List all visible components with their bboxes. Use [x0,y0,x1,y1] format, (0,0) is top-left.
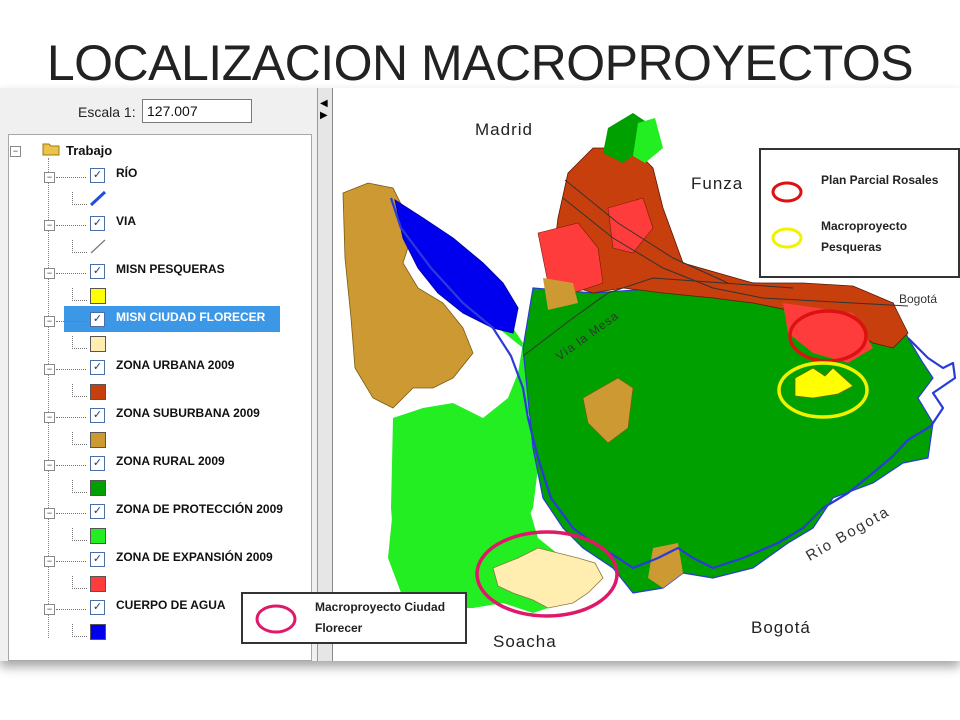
legend-label-ciudad-florecer: Macroproyecto Ciudad Florecer [315,600,446,635]
swatch-pale-yellow [90,336,106,352]
place-label-madrid: Madrid [475,120,533,139]
panel-splitter[interactable] [318,88,333,661]
slide-title: LOCALIZACION MACROPROYECTOS [46,35,914,91]
checkbox-icon[interactable]: ✓ [90,504,105,519]
legend-ring-yellow-icon [771,227,803,249]
layer-label: CUERPO DE AGUA [116,598,226,612]
collapse-toggle-icon[interactable]: − [44,604,55,615]
tree-root-label: Trabajo [66,143,113,158]
collapse-toggle-icon[interactable]: − [44,556,55,567]
layer-label: ZONA DE PROTECCIÓN 2009 [116,502,283,516]
checkbox-icon[interactable]: ✓ [90,600,105,615]
layer-row-zona-suburbana[interactable]: − ✓ ZONA SUBURBANA 2009 [0,406,300,434]
checkbox-icon[interactable]: ✓ [90,168,105,183]
scale-label: Escala 1: [78,104,136,120]
collapse-toggle-icon[interactable]: − [44,220,55,231]
layer-symbol-zona-rural [0,480,300,504]
swatch-red [90,576,106,592]
layer-row-via[interactable]: − ✓ VIA [0,214,300,242]
place-label-funza: Funza [691,174,744,193]
layer-symbol-zona-urbana [0,384,300,408]
collapse-toggle-icon[interactable]: − [44,316,55,327]
layer-row-zona-expansion[interactable]: − ✓ ZONA DE EXPANSIÓN 2009 [0,550,300,578]
river-line-symbol-icon [89,190,107,207]
place-label-soacha: Soacha [493,632,557,651]
legend-label-rosales: Plan Parcial Rosales [821,173,939,187]
collapse-toggle-icon[interactable]: − [44,508,55,519]
layer-symbol-rio [0,190,300,216]
checkbox-icon[interactable]: ✓ [90,408,105,423]
map-view[interactable]: Madrid Funza Bogotá Soacha Bogotá Vía la… [241,88,960,661]
place-label-bogota-north: Bogotá [899,292,938,306]
checkbox-icon[interactable]: ✓ [90,360,105,375]
layer-symbol-zona-proteccion [0,528,300,552]
swatch-light-green [90,528,106,544]
road-line-symbol-icon [90,239,106,254]
collapse-toggle-icon[interactable]: − [44,364,55,375]
checkbox-icon[interactable]: ✓ [90,264,105,279]
layer-symbol-zona-suburbana [0,432,300,456]
collapse-toggle-icon[interactable]: − [44,460,55,471]
layer-label: MISN CIUDAD FLORECER [116,310,266,324]
checkbox-icon[interactable]: ✓ [90,312,105,327]
gis-screenshot: Escala 1: 127.007 − Trabajo − ✓ RÍO − ✓ … [0,88,960,661]
checkbox-icon[interactable]: ✓ [90,552,105,567]
layer-label: ZONA URBANA 2009 [116,358,235,372]
layer-row-zona-urbana[interactable]: − ✓ ZONA URBANA 2009 [0,358,300,386]
collapse-panel-icon[interactable]: ◀ ▶ [320,98,330,122]
collapse-toggle-icon[interactable]: − [10,146,21,157]
swatch-green [90,480,106,496]
legend-ring-red-icon [771,181,803,203]
layer-label: ZONA SUBURBANA 2009 [116,406,260,420]
layer-symbol-misn-ciudad-florecer [0,336,300,360]
layer-label: ZONA DE EXPANSIÓN 2009 [116,550,273,564]
swatch-dark-red [90,384,106,400]
collapse-toggle-icon[interactable]: − [44,172,55,183]
zona-suburbana-south [648,543,683,588]
layer-row-zona-rural[interactable]: − ✓ ZONA RURAL 2009 [0,454,300,482]
folder-icon [42,143,60,156]
checkbox-icon[interactable]: ✓ [90,216,105,231]
legend-top: Plan Parcial Rosales Macroproyecto Pesqu… [759,148,960,278]
layer-label: RÍO [116,166,138,180]
collapse-toggle-icon[interactable]: − [44,268,55,279]
layer-panel: Escala 1: 127.007 − Trabajo − ✓ RÍO − ✓ … [0,88,318,661]
legend-bottom: Macroproyecto Ciudad Florecer [241,592,467,644]
layer-row-zona-proteccion[interactable]: − ✓ ZONA DE PROTECCIÓN 2009 [0,502,300,530]
collapse-toggle-icon[interactable]: − [44,412,55,423]
place-label-bogota: Bogotá [751,618,811,637]
checkbox-icon[interactable]: ✓ [90,456,105,471]
layer-row-rio[interactable]: − ✓ RÍO [0,166,300,194]
scale-input[interactable]: 127.007 [142,99,252,123]
legend-ring-pink-icon [255,604,297,634]
swatch-ochre [90,432,106,448]
layer-row-misn-pesqueras[interactable]: − ✓ MISN PESQUERAS [0,262,300,290]
layer-symbol-via [0,239,300,264]
layer-label: VIA [116,214,137,228]
layer-label: ZONA RURAL 2009 [116,454,225,468]
swatch-yellow [90,288,106,304]
layer-row-misn-ciudad-florecer[interactable]: − ✓ MISN CIUDAD FLORECER [0,306,300,338]
layer-label: MISN PESQUERAS [116,262,225,276]
swatch-blue [90,624,106,640]
legend-label-pesqueras: Macroproyecto Pesqueras [821,219,908,254]
